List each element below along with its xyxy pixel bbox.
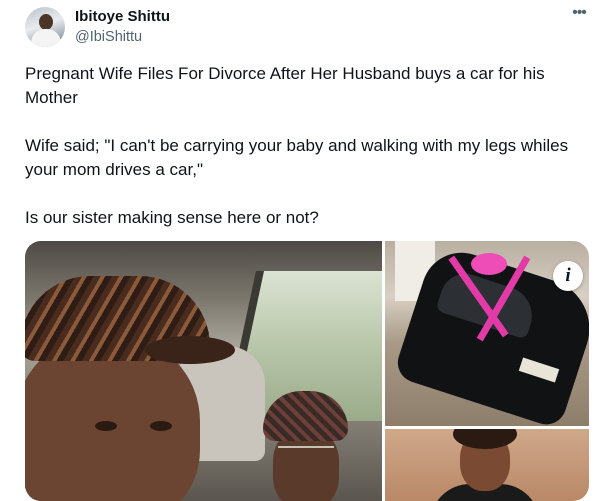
- tweet-paragraph: Wife said; "I can't be carrying your bab…: [25, 136, 569, 179]
- more-options-icon[interactable]: •••: [568, 5, 590, 21]
- man-eye: [150, 421, 172, 431]
- avatar[interactable]: [25, 7, 65, 47]
- tweet-paragraph: Pregnant Wife Files For Divorce After He…: [25, 64, 545, 107]
- car-with-ribbon-photo[interactable]: i: [385, 241, 589, 426]
- avatar-head: [39, 14, 53, 30]
- tweet-card: Ibitoye Shittu @IbiShittu ••• Pregnant W…: [0, 0, 599, 501]
- woman-portrait-photo[interactable]: [385, 429, 589, 501]
- author-display-name[interactable]: Ibitoye Shittu: [75, 8, 170, 26]
- ribbon-bow: [471, 253, 507, 275]
- info-icon[interactable]: i: [553, 261, 583, 291]
- avatar-shirt: [31, 29, 61, 47]
- media-grid: i: [25, 241, 589, 501]
- man-eye: [95, 421, 117, 431]
- cap-brim: [145, 336, 235, 364]
- tweet-text: Pregnant Wife Files For Divorce After He…: [25, 62, 585, 230]
- author-handle[interactable]: @IbiShittu: [75, 28, 142, 46]
- glasses: [278, 446, 334, 460]
- selfie-in-car-photo[interactable]: [25, 241, 382, 501]
- tweet-paragraph: Is our sister making sense here or not?: [25, 208, 319, 227]
